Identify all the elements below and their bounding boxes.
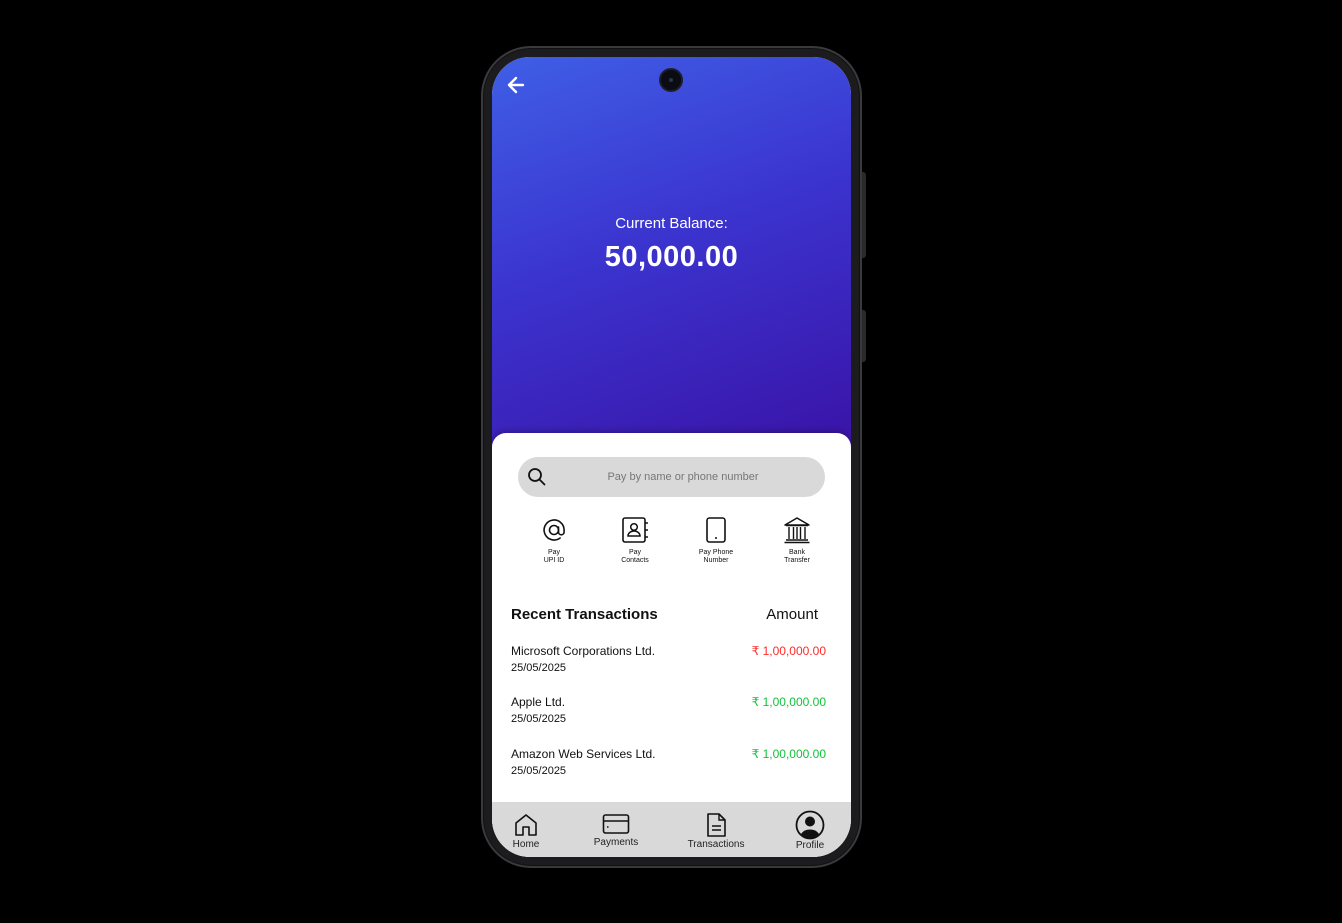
transaction-amount: ₹ 1,00,000.00	[751, 644, 826, 658]
action-label: UPI ID	[543, 557, 565, 564]
pay-upi-id-button[interactable]: Pay UPI ID	[524, 515, 584, 575]
back-button[interactable]	[504, 73, 528, 97]
action-label: Contacts	[621, 557, 649, 564]
profile-icon	[795, 810, 825, 840]
balance-header: Current Balance: 50,000.00	[492, 57, 851, 457]
bank-icon	[784, 517, 810, 544]
nav-home[interactable]: Home	[509, 812, 543, 850]
quick-actions: Pay UPI ID Pay Contacts Pay Phone Number…	[512, 515, 835, 575]
nav-label: Payments	[593, 837, 639, 848]
recent-transactions-title: Recent Transactions	[511, 606, 658, 623]
arrow-left-icon	[507, 76, 525, 94]
action-label: Number	[703, 557, 729, 564]
transaction-amount: ₹ 1,00,000.00	[751, 695, 826, 709]
power-button	[862, 310, 866, 362]
transaction-date: 25/05/2025	[511, 662, 567, 674]
transaction-name: Apple Ltd.	[511, 695, 566, 709]
action-label: Pay Phone	[698, 549, 734, 556]
transaction-name: Microsoft Corporations Ltd.	[511, 644, 656, 658]
phone-device-icon	[706, 517, 726, 543]
pay-contacts-button[interactable]: Pay Contacts	[605, 515, 665, 575]
transaction-row[interactable]: Apple Ltd. 25/05/2025 ₹ 1,00,000.00	[511, 695, 826, 735]
nav-profile[interactable]: Profile	[792, 810, 828, 851]
front-camera	[659, 68, 683, 92]
document-icon	[707, 813, 726, 837]
search-bar[interactable]	[518, 457, 825, 497]
action-label: Pay	[628, 549, 642, 556]
contacts-book-icon	[622, 517, 648, 543]
pay-phone-number-button[interactable]: Pay Phone Number	[686, 515, 746, 575]
nav-label: Home	[512, 839, 540, 850]
bank-transfer-button[interactable]: Bank Transfer	[767, 515, 827, 575]
balance-amount: 50,000.00	[604, 241, 739, 273]
nav-label: Profile	[795, 840, 825, 851]
action-label: Pay	[547, 549, 561, 556]
balance-label: Current Balance:	[615, 215, 728, 232]
action-label: Transfer	[784, 557, 810, 564]
bottom-nav: Home Payments Transactions Profile	[492, 802, 851, 857]
transaction-name: Amazon Web Services Ltd.	[511, 747, 656, 761]
transaction-date: 25/05/2025	[511, 765, 567, 777]
home-icon	[515, 814, 537, 836]
transaction-row[interactable]: Microsoft Corporations Ltd. 25/05/2025 ₹…	[511, 644, 826, 684]
payments-sheet: Pay UPI ID Pay Contacts Pay Phone	[492, 433, 851, 857]
amount-header: Amount	[766, 606, 818, 623]
transaction-row[interactable]: Amazon Web Services Ltd. 25/05/2025 ₹ 1,…	[511, 747, 826, 787]
transaction-date: 25/05/2025	[511, 713, 567, 725]
card-icon	[602, 814, 630, 834]
volume-button	[862, 172, 866, 258]
search-input[interactable]	[558, 457, 808, 497]
action-label: Bank	[789, 549, 805, 556]
nav-transactions[interactable]: Transactions	[685, 812, 747, 850]
transaction-amount: ₹ 1,00,000.00	[751, 747, 826, 761]
nav-payments[interactable]: Payments	[591, 812, 641, 848]
nav-label: Transactions	[687, 839, 745, 850]
app-screen: Current Balance: 50,000.00 Pay UPI ID	[492, 57, 851, 857]
search-icon	[528, 468, 546, 486]
at-sign-icon	[543, 519, 565, 541]
